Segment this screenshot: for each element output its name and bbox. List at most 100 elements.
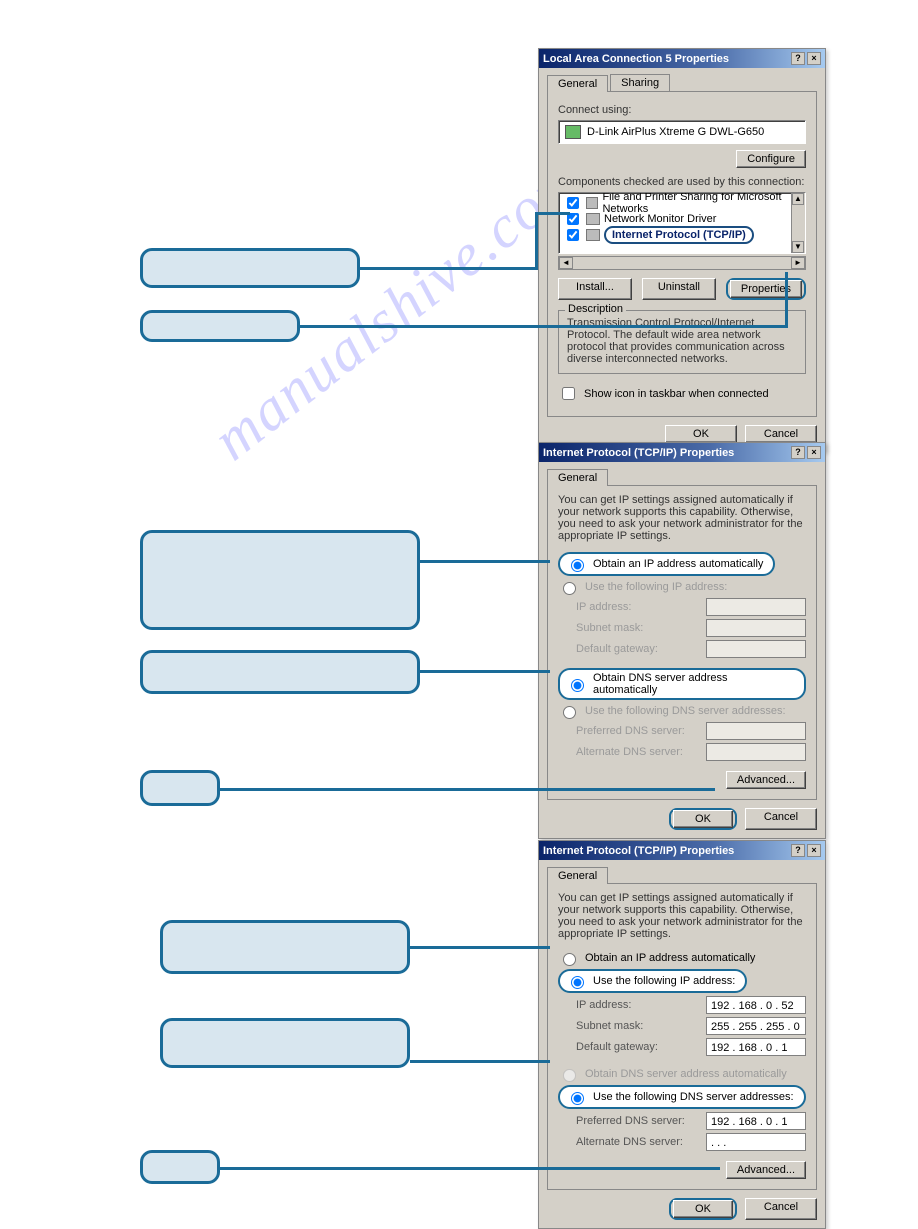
window-title: Local Area Connection 5 Properties <box>543 53 729 65</box>
callout-connector <box>220 788 715 791</box>
titlebar: Internet Protocol (TCP/IP) Properties ? … <box>539 443 825 462</box>
ok-button[interactable]: OK <box>673 810 733 828</box>
callout-connector <box>360 267 538 270</box>
callout-box <box>140 248 360 288</box>
callout-box <box>140 650 420 694</box>
radio-ip-auto[interactable] <box>571 559 584 572</box>
radio-dns-auto[interactable] <box>571 679 584 692</box>
mask-label: Subnet mask: <box>576 622 706 634</box>
close-icon[interactable]: × <box>807 446 821 459</box>
callout-connector <box>220 1167 720 1170</box>
service-icon <box>586 213 600 225</box>
cancel-button[interactable]: Cancel <box>745 425 817 443</box>
ip-input <box>706 598 806 616</box>
callout-box <box>160 920 410 974</box>
component-checkbox[interactable] <box>567 197 579 209</box>
component-row-tcpip[interactable]: Internet Protocol (TCP/IP) <box>563 227 801 243</box>
callout-connector <box>420 560 550 563</box>
adns-input[interactable]: . . . <box>706 1133 806 1151</box>
callout-connector <box>410 1060 550 1063</box>
adns-label: Alternate DNS server: <box>576 746 706 758</box>
advanced-button[interactable]: Advanced... <box>726 1161 806 1179</box>
callout-connector <box>785 272 788 328</box>
service-icon <box>586 197 598 209</box>
components-label: Components checked are used by this conn… <box>558 176 806 188</box>
ok-button[interactable]: OK <box>673 1200 733 1218</box>
callout-connector <box>535 212 570 215</box>
configure-button[interactable]: Configure <box>736 150 806 168</box>
show-icon-label: Show icon in taskbar when connected <box>584 388 769 400</box>
tcpip-item[interactable]: Internet Protocol (TCP/IP) <box>604 226 754 244</box>
advanced-button[interactable]: Advanced... <box>726 771 806 789</box>
cancel-button[interactable]: Cancel <box>745 1198 817 1220</box>
components-list[interactable]: File and Printer Sharing for Microsoft N… <box>558 192 806 254</box>
ip-input[interactable]: 192 . 168 . 0 . 52 <box>706 996 806 1014</box>
ok-button[interactable]: OK <box>665 425 737 443</box>
callout-box <box>140 770 220 806</box>
titlebar: Internet Protocol (TCP/IP) Properties ? … <box>539 841 825 860</box>
close-icon[interactable]: × <box>807 52 821 65</box>
gw-input[interactable]: 192 . 168 . 0 . 1 <box>706 1038 806 1056</box>
radio-dns-auto-label: Obtain DNS server address automatically <box>585 1068 787 1080</box>
component-checkbox[interactable] <box>567 229 579 241</box>
help-icon[interactable]: ? <box>791 446 805 459</box>
pdns-input[interactable]: 192 . 168 . 0 . 1 <box>706 1112 806 1130</box>
radio-dns-manual-label: Use the following DNS server addresses: <box>585 705 786 717</box>
pdns-label: Preferred DNS server: <box>576 1115 706 1127</box>
help-icon[interactable]: ? <box>791 52 805 65</box>
radio-ip-auto-label: Obtain an IP address automatically <box>593 558 763 570</box>
scroll-left-icon[interactable]: ◄ <box>559 257 573 269</box>
callout-box <box>140 1150 220 1184</box>
component-label: File and Printer Sharing for Microsoft N… <box>602 192 801 215</box>
description-label: Description <box>565 303 626 315</box>
uninstall-button[interactable]: Uninstall <box>642 278 716 300</box>
tab-sharing[interactable]: Sharing <box>610 74 670 91</box>
radio-ip-manual-label: Use the following IP address: <box>593 975 735 987</box>
protocol-icon <box>586 229 600 241</box>
close-icon[interactable]: × <box>807 844 821 857</box>
mask-input <box>706 619 806 637</box>
tab-general[interactable]: General <box>547 867 608 884</box>
radio-dns-manual[interactable] <box>563 706 576 719</box>
radio-ip-manual[interactable] <box>563 582 576 595</box>
radio-ip-auto[interactable] <box>563 953 576 966</box>
callout-box <box>140 310 300 342</box>
window-title: Internet Protocol (TCP/IP) Properties <box>543 447 734 459</box>
gw-input <box>706 640 806 658</box>
nic-icon <box>565 125 581 139</box>
show-icon-checkbox[interactable] <box>562 387 575 400</box>
install-button[interactable]: Install... <box>558 278 632 300</box>
callout-connector <box>535 212 538 270</box>
gw-label: Default gateway: <box>576 1041 706 1053</box>
radio-ip-auto-label: Obtain an IP address automatically <box>585 952 755 964</box>
ip-label: IP address: <box>576 601 706 613</box>
scroll-right-icon[interactable]: ► <box>791 257 805 269</box>
radio-ip-manual[interactable] <box>571 976 584 989</box>
scrollbar-horizontal[interactable]: ◄ ► <box>558 256 806 270</box>
component-label: Network Monitor Driver <box>604 213 716 225</box>
dialog-tcpip-properties-manual: Internet Protocol (TCP/IP) Properties ? … <box>538 840 826 1229</box>
dialog-lan-properties: Local Area Connection 5 Properties ? × G… <box>538 48 826 452</box>
cancel-button[interactable]: Cancel <box>745 808 817 830</box>
callout-connector <box>300 325 788 328</box>
radio-dns-manual-label: Use the following DNS server addresses: <box>593 1091 794 1103</box>
window-title: Internet Protocol (TCP/IP) Properties <box>543 845 734 857</box>
tab-general[interactable]: General <box>547 469 608 486</box>
mask-input[interactable]: 255 . 255 . 255 . 0 <box>706 1017 806 1035</box>
adapter-name: D-Link AirPlus Xtreme G DWL-G650 <box>587 126 764 138</box>
dialog-tcpip-properties-auto: Internet Protocol (TCP/IP) Properties ? … <box>538 442 826 839</box>
radio-dns-auto-label: Obtain DNS server address automatically <box>593 672 794 696</box>
scroll-up-icon[interactable]: ▲ <box>792 193 804 205</box>
component-row[interactable]: File and Printer Sharing for Microsoft N… <box>563 195 801 211</box>
properties-button[interactable]: Properties <box>730 280 802 298</box>
mask-label: Subnet mask: <box>576 1020 706 1032</box>
adns-label: Alternate DNS server: <box>576 1136 706 1148</box>
radio-dns-auto <box>563 1069 576 1082</box>
adns-input <box>706 743 806 761</box>
tab-general[interactable]: General <box>547 75 608 92</box>
radio-ip-manual-label: Use the following IP address: <box>585 581 727 593</box>
scroll-down-icon[interactable]: ▼ <box>792 241 804 253</box>
scrollbar-vertical[interactable]: ▲ ▼ <box>791 193 805 253</box>
radio-dns-manual[interactable] <box>571 1092 584 1105</box>
help-icon[interactable]: ? <box>791 844 805 857</box>
